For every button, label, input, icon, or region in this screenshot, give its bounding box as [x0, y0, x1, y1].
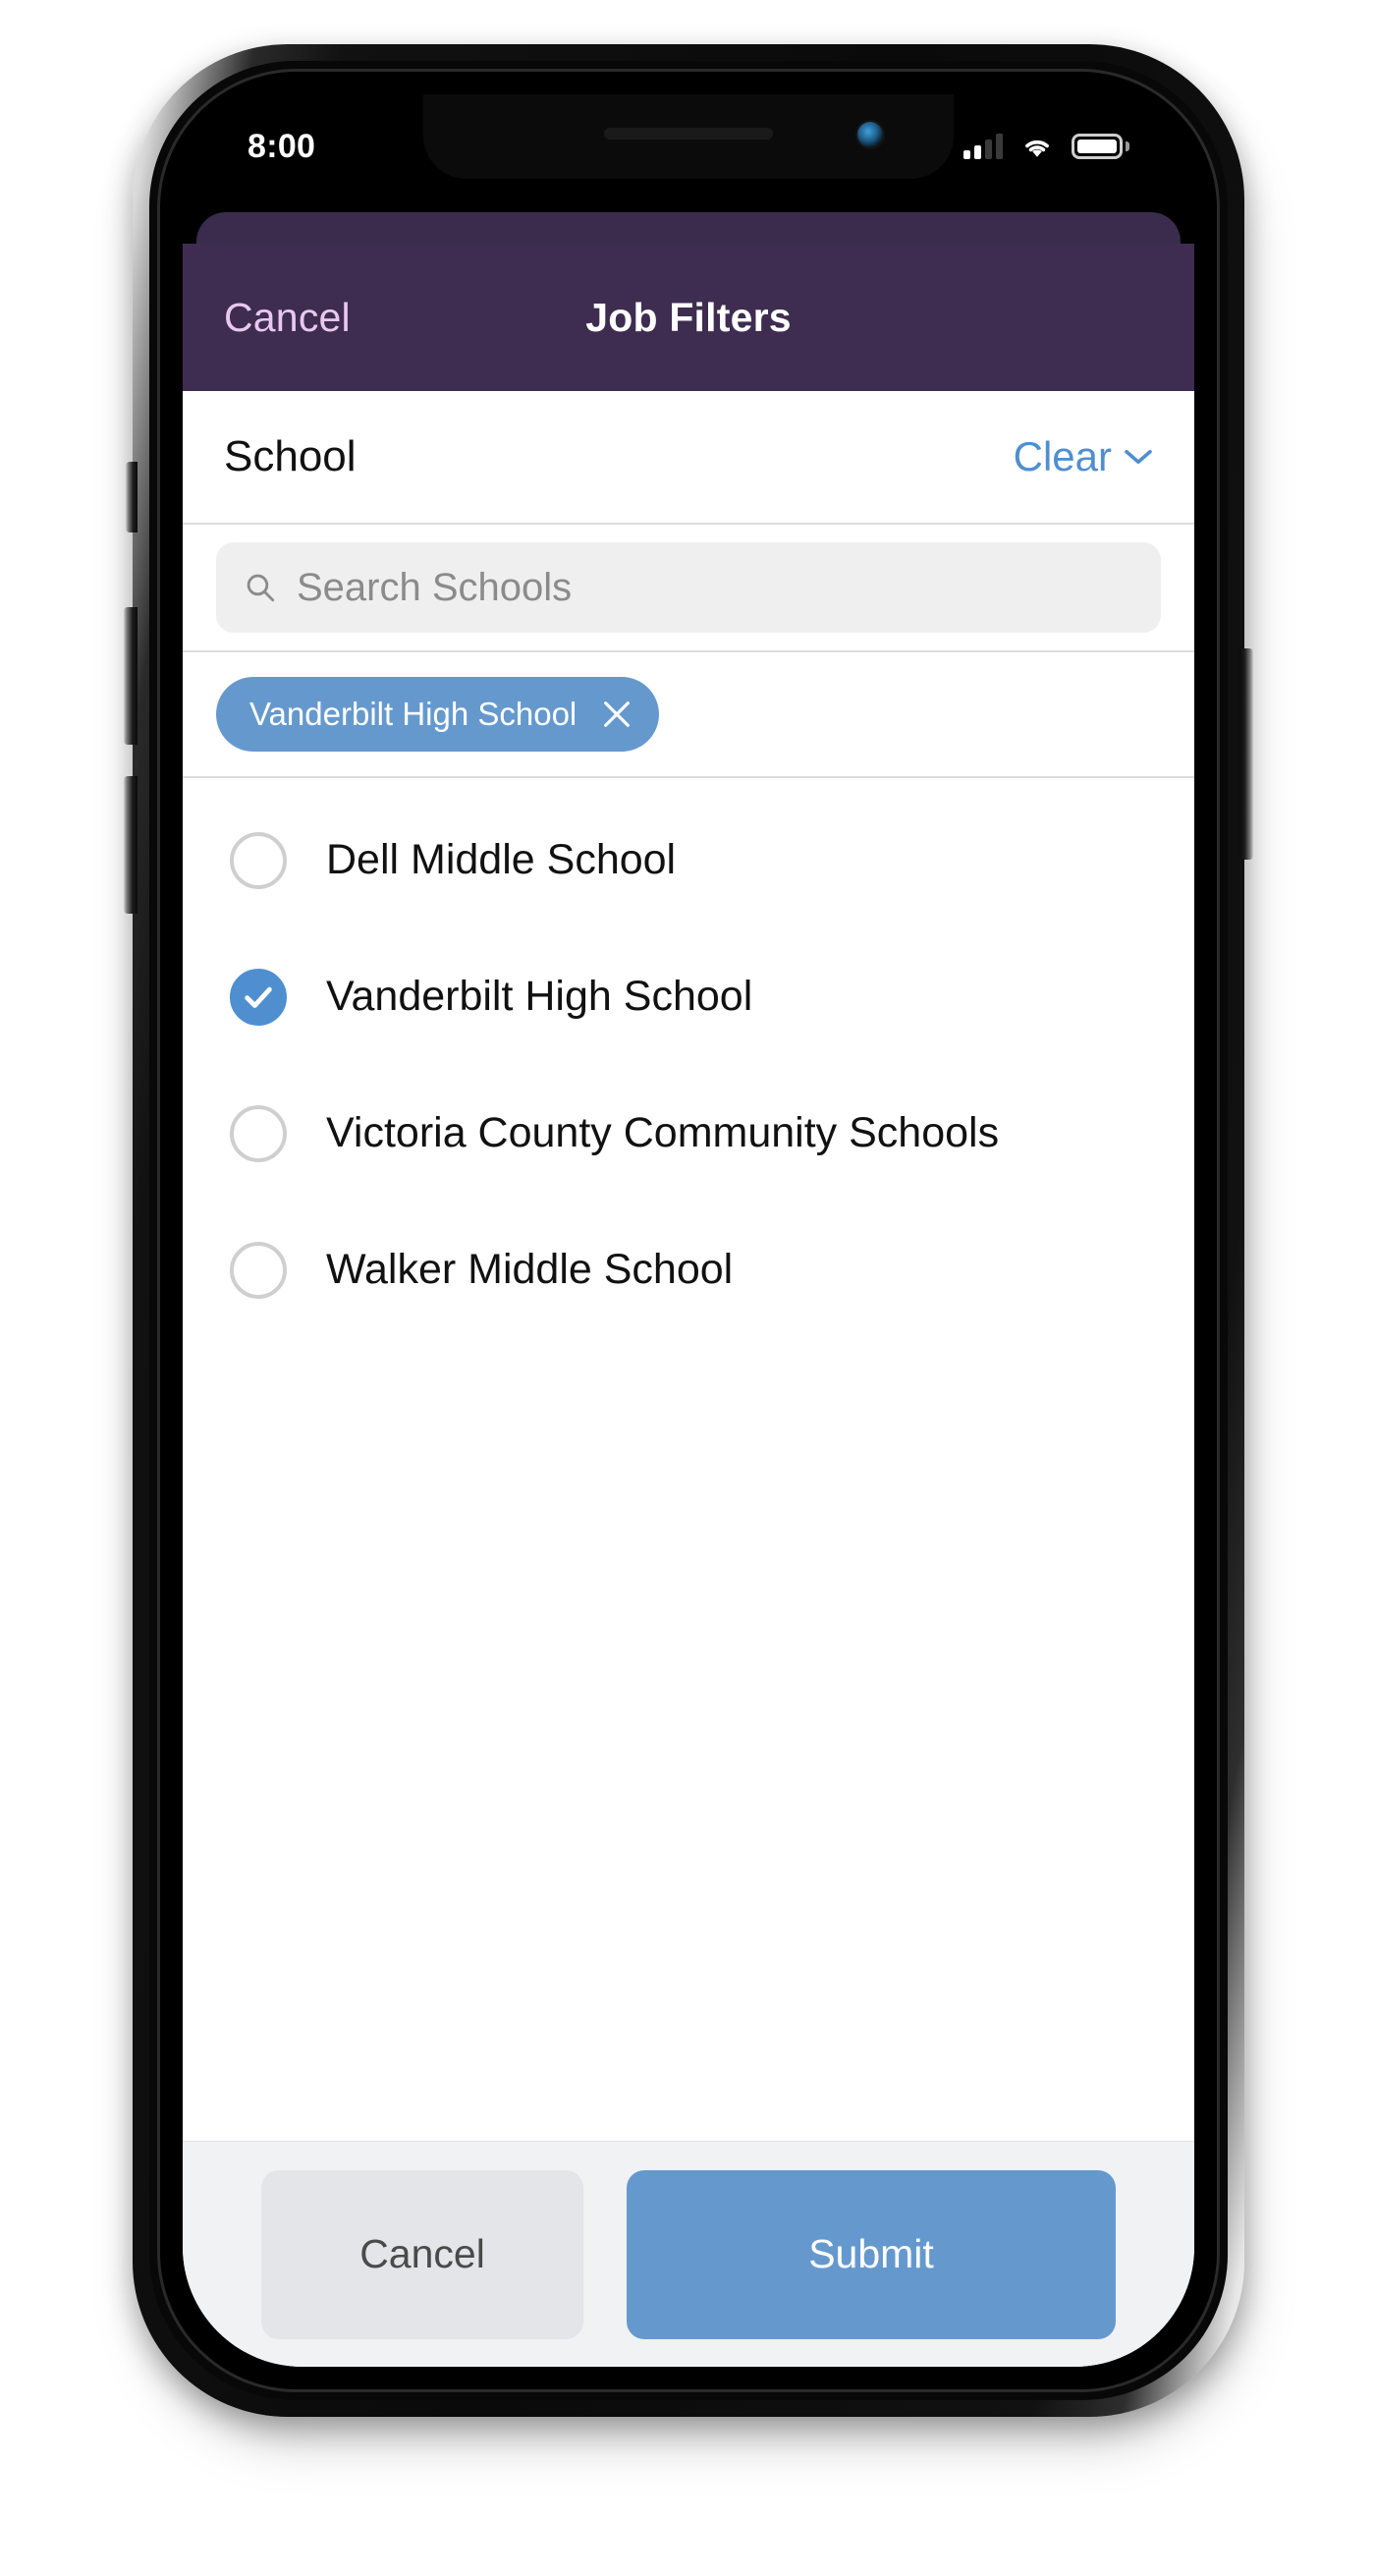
close-icon[interactable]: [600, 698, 633, 731]
filter-chip[interactable]: Vanderbilt High School: [216, 677, 660, 752]
selected-filter-chips: Vanderbilt High School: [183, 652, 1194, 778]
list-item[interactable]: Walker Middle School: [183, 1202, 1194, 1338]
radio-unchecked-icon[interactable]: [230, 831, 287, 889]
clear-button-label: Clear: [1013, 433, 1112, 479]
radio-checked-icon[interactable]: [230, 968, 287, 1026]
radio-unchecked-icon[interactable]: [230, 1241, 287, 1299]
job-filters-modal: Cancel Job Filters School Clear Search S…: [183, 244, 1194, 2367]
chevron-down-icon: [1125, 449, 1152, 465]
notch: [423, 94, 954, 179]
list-item[interactable]: Vanderbilt High School: [183, 928, 1194, 1065]
search-input-placeholder: Search Schools: [297, 565, 573, 609]
nav-cancel-button[interactable]: Cancel: [224, 295, 351, 341]
school-section-header: School Clear: [183, 391, 1194, 525]
list-item-label: Walker Middle School: [326, 1246, 734, 1293]
list-item-label: Victoria County Community Schools: [326, 1109, 1000, 1156]
status-bar-clock: 8:00: [248, 127, 316, 165]
cancel-button[interactable]: Cancel: [261, 2169, 583, 2339]
modal-footer: Cancel Submit: [183, 2141, 1194, 2367]
submit-button[interactable]: Submit: [627, 2169, 1116, 2339]
section-title: School: [224, 432, 357, 480]
volume-up-button[interactable]: [124, 607, 138, 745]
check-icon: [245, 986, 272, 1008]
modal-nav-header: Cancel Job Filters: [183, 244, 1194, 391]
search-input[interactable]: Search Schools: [216, 542, 1161, 633]
list-item[interactable]: Dell Middle School: [183, 792, 1194, 928]
volume-down-button[interactable]: [124, 776, 138, 914]
list-item[interactable]: Victoria County Community Schools: [183, 1065, 1194, 1202]
front-camera-icon: [857, 122, 883, 147]
battery-full-icon: [1072, 134, 1129, 159]
clear-button[interactable]: Clear: [1014, 433, 1153, 480]
power-button[interactable]: [1239, 648, 1253, 860]
filter-chip-label: Vanderbilt High School: [249, 696, 578, 732]
phone-stage: 8:00 Cancel Job Filters School Clear Sea…: [0, 0, 1375, 2576]
silent-switch-button[interactable]: [126, 462, 138, 532]
wifi-icon: [1025, 140, 1049, 157]
search-icon: [247, 574, 275, 602]
list-item-label: Vanderbilt High School: [326, 973, 753, 1020]
status-bar-indicators: [963, 134, 1129, 159]
phone-screen: 8:00 Cancel Job Filters School Clear Sea…: [183, 94, 1194, 2367]
school-options-list: Dell Middle School Vanderbilt High Schoo…: [183, 778, 1194, 2141]
earpiece-speaker: [604, 128, 773, 140]
search-row: Search Schools: [183, 525, 1194, 652]
list-item-label: Dell Middle School: [326, 836, 677, 883]
radio-unchecked-icon[interactable]: [230, 1104, 287, 1162]
signal-bars-icon: [963, 134, 1003, 159]
